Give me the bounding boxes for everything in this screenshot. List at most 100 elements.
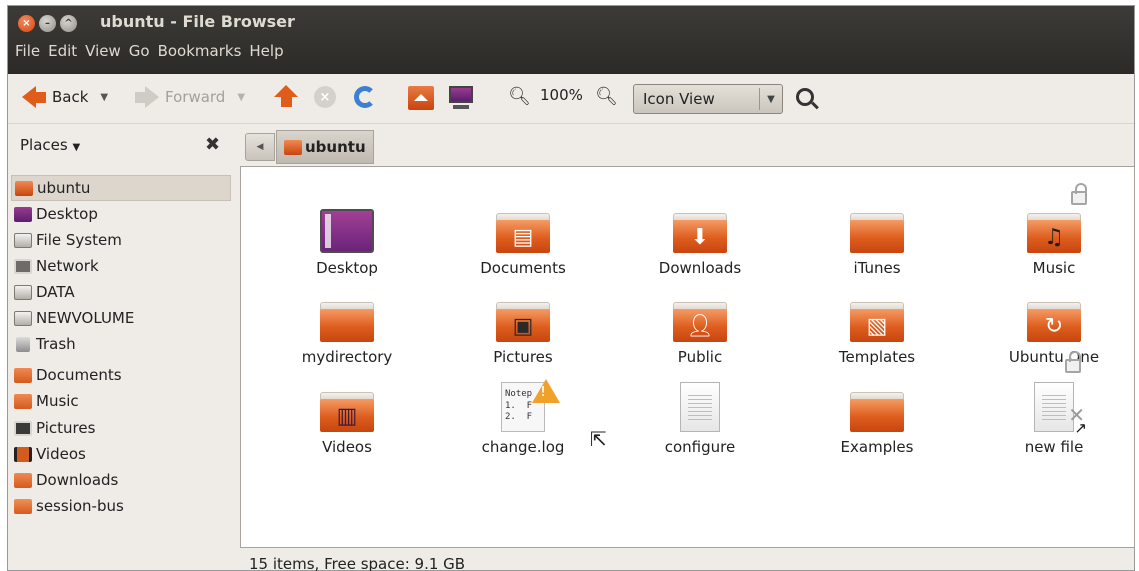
- up-arrow-icon: [274, 85, 298, 107]
- file-name: Templates: [838, 348, 916, 366]
- file-item-templates[interactable]: ▧ Templates: [792, 290, 962, 366]
- forward-label: Forward: [165, 88, 226, 106]
- downloads-folder-icon: [14, 472, 32, 488]
- sidebar-item-session-bus[interactable]: session-bus: [11, 493, 231, 519]
- videos-folder-icon: ▥: [320, 392, 374, 432]
- file-item-mydirectory[interactable]: mydirectory: [262, 290, 432, 366]
- menu-file[interactable]: File: [11, 42, 44, 60]
- file-item-change-log[interactable]: Notep 1. F 2. F ! change.log: [438, 379, 608, 456]
- stop-button[interactable]: ×: [314, 86, 336, 108]
- sidebar-item-newvolume[interactable]: NEWVOLUME: [11, 305, 231, 331]
- zoom-level[interactable]: 100%: [540, 86, 583, 104]
- sidebar-item-label: Downloads: [36, 471, 119, 489]
- zoom-in-button[interactable]: 🔍︎: [595, 86, 618, 107]
- sidebar-item-desktop[interactable]: Desktop: [11, 201, 231, 227]
- sidebar-item-videos[interactable]: Videos: [11, 441, 231, 467]
- forward-history-dropdown-icon[interactable]: ▼: [237, 92, 245, 103]
- lock-icon: [1071, 183, 1087, 205]
- zoom-out-button[interactable]: 🔍︎: [508, 86, 531, 107]
- view-mode-select[interactable]: Icon View ▼: [633, 84, 783, 114]
- sidebar-item-label: Pictures: [36, 419, 96, 437]
- sidebar-item-music[interactable]: Music: [11, 388, 231, 414]
- text-file-icon: Notep 1. F 2. F !: [501, 379, 560, 432]
- desktop-icon: [320, 209, 374, 253]
- sidebar-item-label: Music: [36, 392, 79, 410]
- places-header-label: Places: [20, 136, 68, 154]
- lock-icon: [1065, 351, 1081, 373]
- menu-help[interactable]: Help: [245, 42, 287, 60]
- back-label: Back: [52, 88, 89, 106]
- window-title: ubuntu - File Browser: [100, 12, 295, 31]
- stop-icon: ×: [314, 86, 336, 108]
- sidebar-item-network[interactable]: Network: [11, 253, 231, 279]
- file-name: iTunes: [853, 259, 901, 277]
- file-item-pictures[interactable]: ▣ Pictures: [438, 290, 608, 366]
- home-button[interactable]: [408, 86, 434, 110]
- file-item-new-file[interactable]: ✕ ↗ new file: [969, 351, 1139, 456]
- path-scroll-left-button[interactable]: ◀: [245, 133, 275, 161]
- maximize-window-icon[interactable]: ^: [60, 15, 77, 32]
- sidebar-item-documents[interactable]: Documents: [11, 362, 231, 388]
- forward-arrow-icon: [135, 86, 159, 108]
- documents-folder-icon: ▤: [496, 213, 550, 253]
- sidebar-item-label: Videos: [36, 445, 86, 463]
- documents-folder-icon: [14, 367, 32, 383]
- menubar: File Edit View Go Bookmarks Help: [11, 42, 288, 60]
- file-item-videos[interactable]: ▥ Videos: [262, 380, 432, 456]
- file-item-music[interactable]: ♫ Music: [969, 183, 1139, 277]
- text-file-icon: ✕ ↗: [1034, 351, 1087, 437]
- back-arrow-icon: [22, 86, 46, 108]
- folder-icon: [850, 392, 904, 432]
- file-name: Ubuntu One: [1008, 348, 1100, 366]
- sidebar-item-pictures[interactable]: Pictures: [11, 415, 231, 441]
- network-icon: [14, 258, 32, 274]
- sidebar-item-label: NEWVOLUME: [36, 309, 135, 327]
- warning-mark: !: [539, 385, 547, 400]
- file-name: Music: [1032, 259, 1076, 277]
- desktop-icon: [14, 206, 32, 222]
- file-name: Desktop: [316, 259, 378, 277]
- menu-go[interactable]: Go: [125, 42, 154, 60]
- mouse-pointer-icon: ⇱: [590, 427, 607, 451]
- pictures-folder-icon: ▣: [496, 302, 550, 342]
- search-icon[interactable]: [796, 88, 814, 106]
- folder-icon: [14, 498, 32, 514]
- forward-button[interactable]: Forward ▼: [135, 86, 245, 108]
- computer-button[interactable]: [448, 86, 474, 110]
- file-item-downloads[interactable]: ⬇ Downloads: [615, 201, 785, 277]
- file-item-examples[interactable]: Examples: [792, 380, 962, 456]
- file-item-itunes[interactable]: iTunes: [792, 201, 962, 277]
- places-header[interactable]: Places ▼: [20, 136, 80, 154]
- file-item-configure[interactable]: configure: [615, 380, 785, 456]
- file-item-documents[interactable]: ▤ Documents: [438, 201, 608, 277]
- menu-view[interactable]: View: [81, 42, 125, 60]
- up-button[interactable]: [274, 85, 298, 107]
- pictures-folder-icon: [14, 420, 32, 436]
- close-sidebar-icon[interactable]: ✖: [205, 134, 220, 155]
- back-button[interactable]: Back ▼: [22, 86, 108, 108]
- text-file-icon: [680, 382, 720, 432]
- menu-bookmarks[interactable]: Bookmarks: [154, 42, 246, 60]
- sidebar-item-label: session-bus: [36, 497, 124, 515]
- file-item-ubuntu-one[interactable]: ↻ Ubuntu One: [969, 290, 1139, 366]
- back-history-dropdown-icon[interactable]: ▼: [100, 92, 108, 103]
- file-item-public[interactable]: 👤︎ Public: [615, 290, 785, 366]
- folder-icon: [320, 302, 374, 342]
- sidebar-item-ubuntu[interactable]: ubuntu: [11, 175, 231, 201]
- sidebar-item-data[interactable]: DATA: [11, 279, 231, 305]
- file-icon-view[interactable]: Desktop ▤ Documents ⬇ Downloads iTunes ♫…: [240, 166, 1135, 548]
- music-folder-icon: [14, 393, 32, 409]
- titlebar: × – ^ ubuntu - File Browser File Edit Vi…: [8, 6, 1134, 74]
- close-window-icon[interactable]: ×: [18, 15, 35, 32]
- sidebar-item-file-system[interactable]: File System: [11, 227, 231, 253]
- breadcrumb-ubuntu[interactable]: ubuntu: [276, 130, 374, 164]
- minimize-window-icon[interactable]: –: [39, 15, 56, 32]
- file-name: new file: [1024, 438, 1084, 456]
- file-name: Public: [677, 348, 723, 366]
- reload-button[interactable]: [354, 86, 376, 108]
- sidebar-item-downloads[interactable]: Downloads: [11, 467, 231, 493]
- sidebar-item-label: ubuntu: [37, 179, 91, 197]
- menu-edit[interactable]: Edit: [44, 42, 81, 60]
- sidebar-item-trash[interactable]: Trash: [11, 331, 231, 357]
- file-item-desktop[interactable]: Desktop: [262, 201, 432, 277]
